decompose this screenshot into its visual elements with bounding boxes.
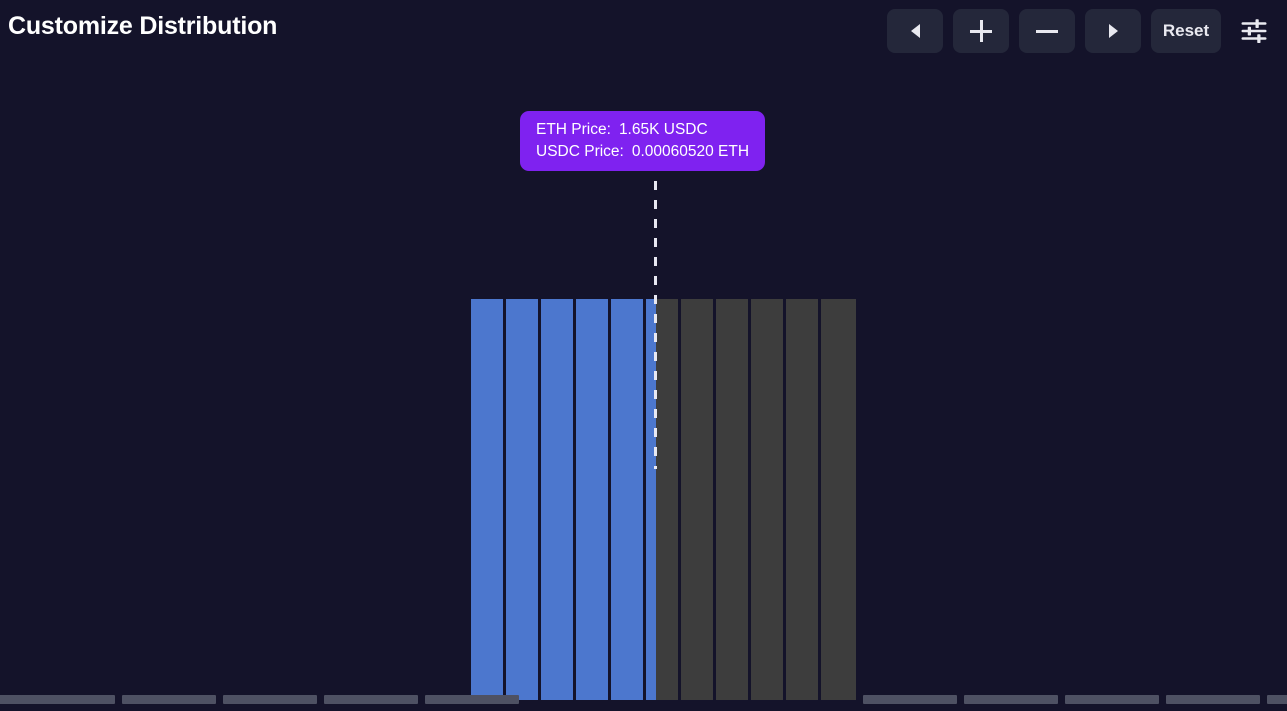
zoom-out-button[interactable] xyxy=(1019,9,1075,53)
axis-segment[interactable] xyxy=(324,695,418,704)
axis-range-strip[interactable] xyxy=(0,694,1287,711)
axis-segment[interactable] xyxy=(863,695,957,704)
axis-segment[interactable] xyxy=(122,695,216,704)
axis-segment[interactable] xyxy=(1267,695,1287,704)
distribution-bar[interactable] xyxy=(716,299,748,700)
distribution-bar[interactable] xyxy=(471,299,503,700)
plus-icon xyxy=(970,20,992,42)
customize-distribution-screen: Customize Distribution Reset ETH Price: … xyxy=(0,0,1287,711)
axis-segment[interactable] xyxy=(21,695,115,704)
page-title: Customize Distribution xyxy=(8,12,278,40)
minus-icon xyxy=(1036,20,1058,42)
arrow-left-icon xyxy=(910,24,920,38)
step-left-button[interactable] xyxy=(887,9,943,53)
distribution-bar[interactable] xyxy=(656,299,678,700)
distribution-bar[interactable] xyxy=(786,299,818,700)
distribution-bar[interactable] xyxy=(751,299,783,700)
distribution-bar[interactable] xyxy=(681,299,713,700)
chart-toolbar: Reset xyxy=(887,9,1273,53)
eth-price-label: ETH Price: xyxy=(536,121,611,138)
distribution-bar[interactable] xyxy=(506,299,538,700)
tooltip-row-usdc: USDC Price: 0.00060520 ETH xyxy=(536,141,749,163)
price-tooltip: ETH Price: 1.65K USDC USDC Price: 0.0006… xyxy=(520,111,766,171)
reset-button[interactable]: Reset xyxy=(1151,9,1221,53)
axis-segment[interactable] xyxy=(964,695,1058,704)
arrow-right-icon xyxy=(1108,24,1118,38)
zoom-in-button[interactable] xyxy=(953,9,1009,53)
axis-segment[interactable] xyxy=(1065,695,1159,704)
usdc-price-value: 0.00060520 ETH xyxy=(631,142,750,160)
usdc-price-label: USDC Price: xyxy=(536,142,624,160)
tooltip-row-eth: ETH Price: 1.65K USDC xyxy=(536,119,749,141)
axis-segment[interactable] xyxy=(425,695,519,704)
step-right-button[interactable] xyxy=(1085,9,1141,53)
distribution-bar[interactable] xyxy=(541,299,573,700)
settings-button[interactable] xyxy=(1235,12,1273,50)
eth-price-value: 1.65K USDC xyxy=(618,121,708,138)
axis-segment[interactable] xyxy=(223,695,317,704)
axis-segment[interactable] xyxy=(1166,695,1260,704)
distribution-bar[interactable] xyxy=(611,299,643,700)
distribution-bar[interactable] xyxy=(576,299,608,700)
distribution-bar[interactable] xyxy=(821,299,856,700)
current-price-cursor-line xyxy=(654,124,657,469)
sliders-icon xyxy=(1241,19,1267,43)
